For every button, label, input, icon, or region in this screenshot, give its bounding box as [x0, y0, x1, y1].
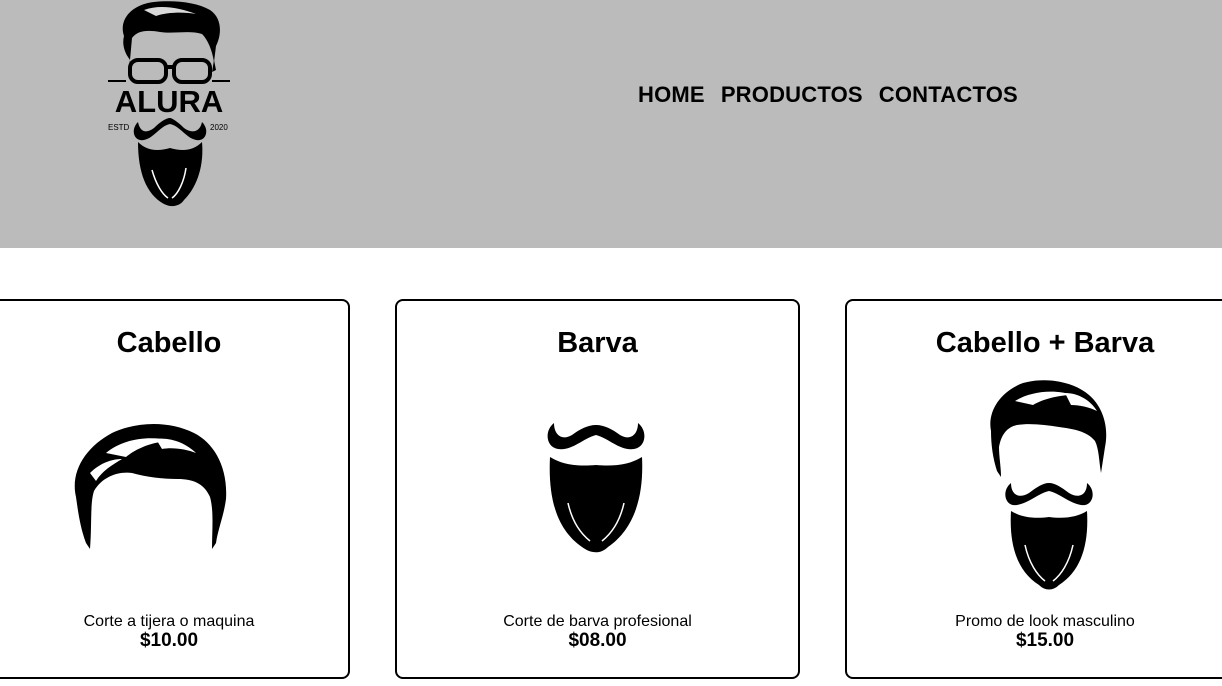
card-price: $15.00 [1015, 630, 1075, 651]
card-price: $08.00 [568, 630, 627, 651]
main-nav: HOME PRODUCTOS CONTACTOS [632, 82, 1028, 108]
card-title: Cabello [116, 327, 222, 359]
card-description: Promo de look masculino [955, 613, 1135, 630]
card-title: Barva [557, 327, 638, 359]
beard-icon [547, 423, 645, 553]
product-card-barva[interactable]: Barva Corte de barva profesional $08.00 [395, 299, 800, 679]
card-description: Corte a tijera o maquina [83, 613, 255, 630]
card-price: $10.00 [139, 630, 199, 651]
nav-contactos-link[interactable]: CONTACTOS [873, 82, 1028, 108]
card-description: Corte de barva profesional [503, 613, 692, 630]
alura-logo[interactable]: ALURA ESTD 2020 [104, 0, 234, 210]
nav-productos-link[interactable]: PRODUCTOS [715, 82, 873, 108]
product-card-cabello[interactable]: Cabello Corte a tijera o maquina $10.00 [0, 299, 350, 679]
product-card-cabello-barva[interactable]: Cabello + Barva Promo de look masculino … [845, 299, 1222, 679]
hair-icon [74, 424, 227, 549]
nav-home-link[interactable]: HOME [632, 82, 715, 108]
logo-brand-text: ALURA [115, 84, 224, 119]
site-header: ALURA ESTD 2020 HOME PRODUCTOS CONTACTOS [0, 0, 1222, 248]
logo-estd-text: ESTD [108, 123, 130, 132]
card-title: Cabello + Barva [935, 327, 1155, 359]
logo-year-text: 2020 [210, 123, 228, 132]
hair-and-beard-icon [990, 380, 1107, 590]
